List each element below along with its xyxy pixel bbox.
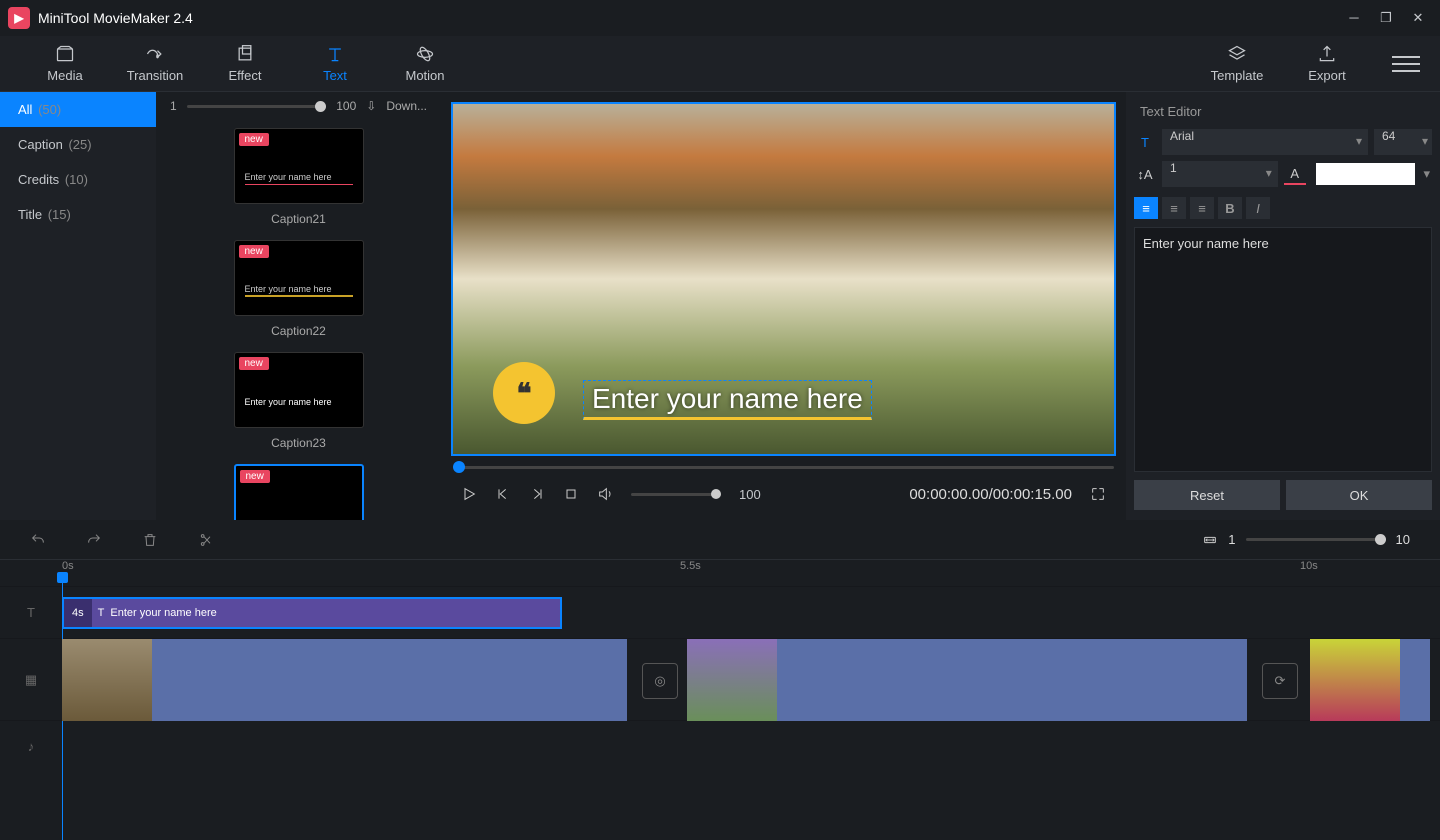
editor-title: Text Editor — [1134, 102, 1432, 129]
main-toolbar: Media Transition Effect Text Motion Temp… — [0, 36, 1440, 92]
stop-button[interactable] — [563, 486, 579, 502]
quote-icon: ❝ — [493, 362, 555, 424]
menu-button[interactable] — [1392, 50, 1420, 78]
delete-button[interactable] — [142, 532, 158, 548]
ok-button[interactable]: OK — [1286, 480, 1432, 510]
text-track: T 4s T Enter your name here — [0, 586, 1440, 638]
prev-frame-button[interactable] — [495, 486, 511, 502]
video-clip[interactable] — [1310, 639, 1430, 721]
redo-button[interactable] — [86, 532, 102, 548]
preview-scrubber[interactable] — [453, 464, 1114, 470]
volume-slider[interactable] — [631, 493, 721, 496]
timeline-ruler[interactable]: 0s 5.5s 10s — [0, 560, 1440, 586]
timeline-area: 1 10 0s 5.5s 10s T 4s T Enter your name … — [0, 520, 1440, 808]
timecode: 00:00:00.00/00:00:15.00 — [909, 486, 1072, 503]
italic-button[interactable]: I — [1246, 197, 1270, 219]
tab-transition[interactable]: Transition — [110, 38, 200, 89]
zoom-max-label: 100 — [336, 99, 356, 113]
tab-media[interactable]: Media — [20, 38, 110, 89]
align-center-button[interactable]: ≡ — [1162, 197, 1186, 219]
video-track-icon: ▦ — [0, 639, 62, 720]
color-swatch[interactable] — [1316, 163, 1416, 185]
split-button[interactable] — [198, 532, 214, 548]
sidebar-item-caption[interactable]: Caption (25) — [0, 127, 156, 162]
line-height-select[interactable]: 1 — [1162, 161, 1278, 187]
transition-icon[interactable]: ⟳ — [1262, 663, 1298, 699]
text-icon: T — [1134, 131, 1156, 153]
tl-zoom-max: 10 — [1396, 532, 1410, 547]
download-label[interactable]: Down... — [386, 99, 427, 113]
sidebar-item-credits[interactable]: Credits (10) — [0, 162, 156, 197]
tab-motion[interactable]: Motion — [380, 38, 470, 89]
maximize-button[interactable]: ❐ — [1378, 10, 1394, 26]
preview-panel: ❝ Enter your name here 100 00:00:00.00/0… — [441, 92, 1126, 520]
text-editor-panel: Text Editor T Arial 64 ↕A 1 A ▾ ≡ ≡ ≡ B … — [1126, 92, 1440, 520]
category-sidebar: All (50) Caption (25) Credits (10) Title… — [0, 92, 156, 520]
template-panel: 1 100 ⇩ Down... newEnter your name here … — [156, 92, 441, 520]
text-content-input[interactable] — [1134, 227, 1432, 472]
titlebar: ▶ MiniTool MovieMaker 2.4 ─ ❐ ✕ — [0, 0, 1440, 36]
template-item[interactable]: newEnter your name here Caption22 — [176, 240, 421, 338]
bold-button[interactable]: B — [1218, 197, 1242, 219]
video-clip[interactable] — [62, 639, 627, 721]
audio-track-icon: ♪ — [0, 721, 62, 772]
minimize-button[interactable]: ─ — [1346, 10, 1362, 26]
text-clip[interactable]: 4s T Enter your name here — [62, 597, 562, 629]
volume-value: 100 — [739, 487, 761, 502]
text-color-icon: A — [1284, 163, 1306, 185]
preview-canvas[interactable]: ❝ Enter your name here — [451, 102, 1116, 456]
template-item[interactable]: newEnter your name here Caption23 — [176, 352, 421, 450]
play-button[interactable] — [461, 486, 477, 502]
next-frame-button[interactable] — [529, 486, 545, 502]
font-size-select[interactable]: 64 — [1374, 129, 1432, 155]
template-item[interactable]: new — [176, 464, 421, 520]
zoom-min-label: 1 — [170, 99, 177, 113]
timeline-zoom-slider[interactable] — [1246, 538, 1386, 541]
align-right-button[interactable]: ≡ — [1190, 197, 1214, 219]
undo-button[interactable] — [30, 532, 46, 548]
audio-track: ♪ — [0, 720, 1440, 772]
overlay-text[interactable]: Enter your name here — [583, 380, 872, 420]
video-track: ▦ ◎ ⟳ — [0, 638, 1440, 720]
tab-text[interactable]: Text — [290, 38, 380, 89]
tab-template[interactable]: Template — [1192, 38, 1282, 89]
template-item[interactable]: newEnter your name here Caption21 — [176, 128, 421, 226]
tl-zoom-min: 1 — [1228, 532, 1235, 547]
sidebar-item-title[interactable]: Title (15) — [0, 197, 156, 232]
fit-button[interactable] — [1202, 532, 1218, 548]
text-track-icon: T — [0, 587, 62, 638]
fullscreen-button[interactable] — [1090, 486, 1106, 502]
thumbnail-zoom-slider[interactable] — [187, 105, 327, 108]
video-clip[interactable] — [687, 639, 1247, 721]
volume-icon[interactable] — [597, 486, 613, 502]
close-button[interactable]: ✕ — [1410, 10, 1426, 26]
tab-export[interactable]: Export — [1282, 38, 1372, 89]
app-title: MiniTool MovieMaker 2.4 — [38, 10, 1346, 26]
download-icon[interactable]: ⇩ — [366, 99, 376, 113]
text-clip-icon: T — [98, 607, 105, 619]
line-height-icon: ↕A — [1134, 163, 1156, 185]
reset-button[interactable]: Reset — [1134, 480, 1280, 510]
app-logo: ▶ — [8, 7, 30, 29]
align-left-button[interactable]: ≡ — [1134, 197, 1158, 219]
sidebar-item-all[interactable]: All (50) — [0, 92, 156, 127]
transition-icon[interactable]: ◎ — [642, 663, 678, 699]
tab-effect[interactable]: Effect — [200, 38, 290, 89]
font-select[interactable]: Arial — [1162, 129, 1368, 155]
template-list[interactable]: newEnter your name here Caption21 newEnt… — [156, 120, 441, 520]
